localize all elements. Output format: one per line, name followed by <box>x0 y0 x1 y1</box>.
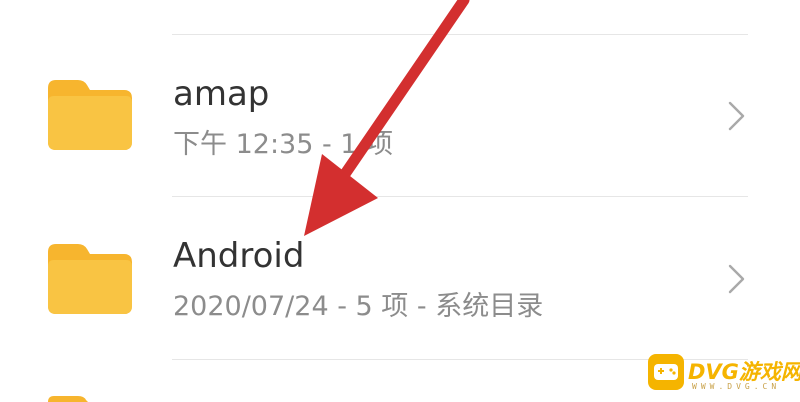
folder-row-amap[interactable]: amap 下午 12:35 - 1 项 <box>0 36 800 196</box>
folder-row-android[interactable]: Android 2020/07/24 - 5 项 - 系统目录 <box>0 198 800 358</box>
watermark-logo: DVG游戏网 WWW.DVG.CN <box>648 352 800 398</box>
folder-meta: 下午 12:35 - 1 项 <box>173 129 394 160</box>
folder-icon <box>48 244 132 314</box>
folder-name: Android <box>173 236 305 276</box>
folder-meta: 2020/07/24 - 5 项 - 系统目录 <box>173 291 544 322</box>
file-manager-screen: amap 下午 12:35 - 1 项 Android 2020/07/24 -… <box>0 0 800 402</box>
folder-name: amap <box>173 74 270 114</box>
chevron-right-icon <box>728 264 745 294</box>
folder-icon <box>48 396 88 402</box>
list-divider <box>172 34 748 35</box>
watermark-url: WWW.DVG.CN <box>692 382 781 391</box>
chevron-right-icon <box>728 101 745 131</box>
gamepad-icon <box>648 354 684 390</box>
folder-icon <box>48 80 132 150</box>
list-divider <box>172 196 748 197</box>
